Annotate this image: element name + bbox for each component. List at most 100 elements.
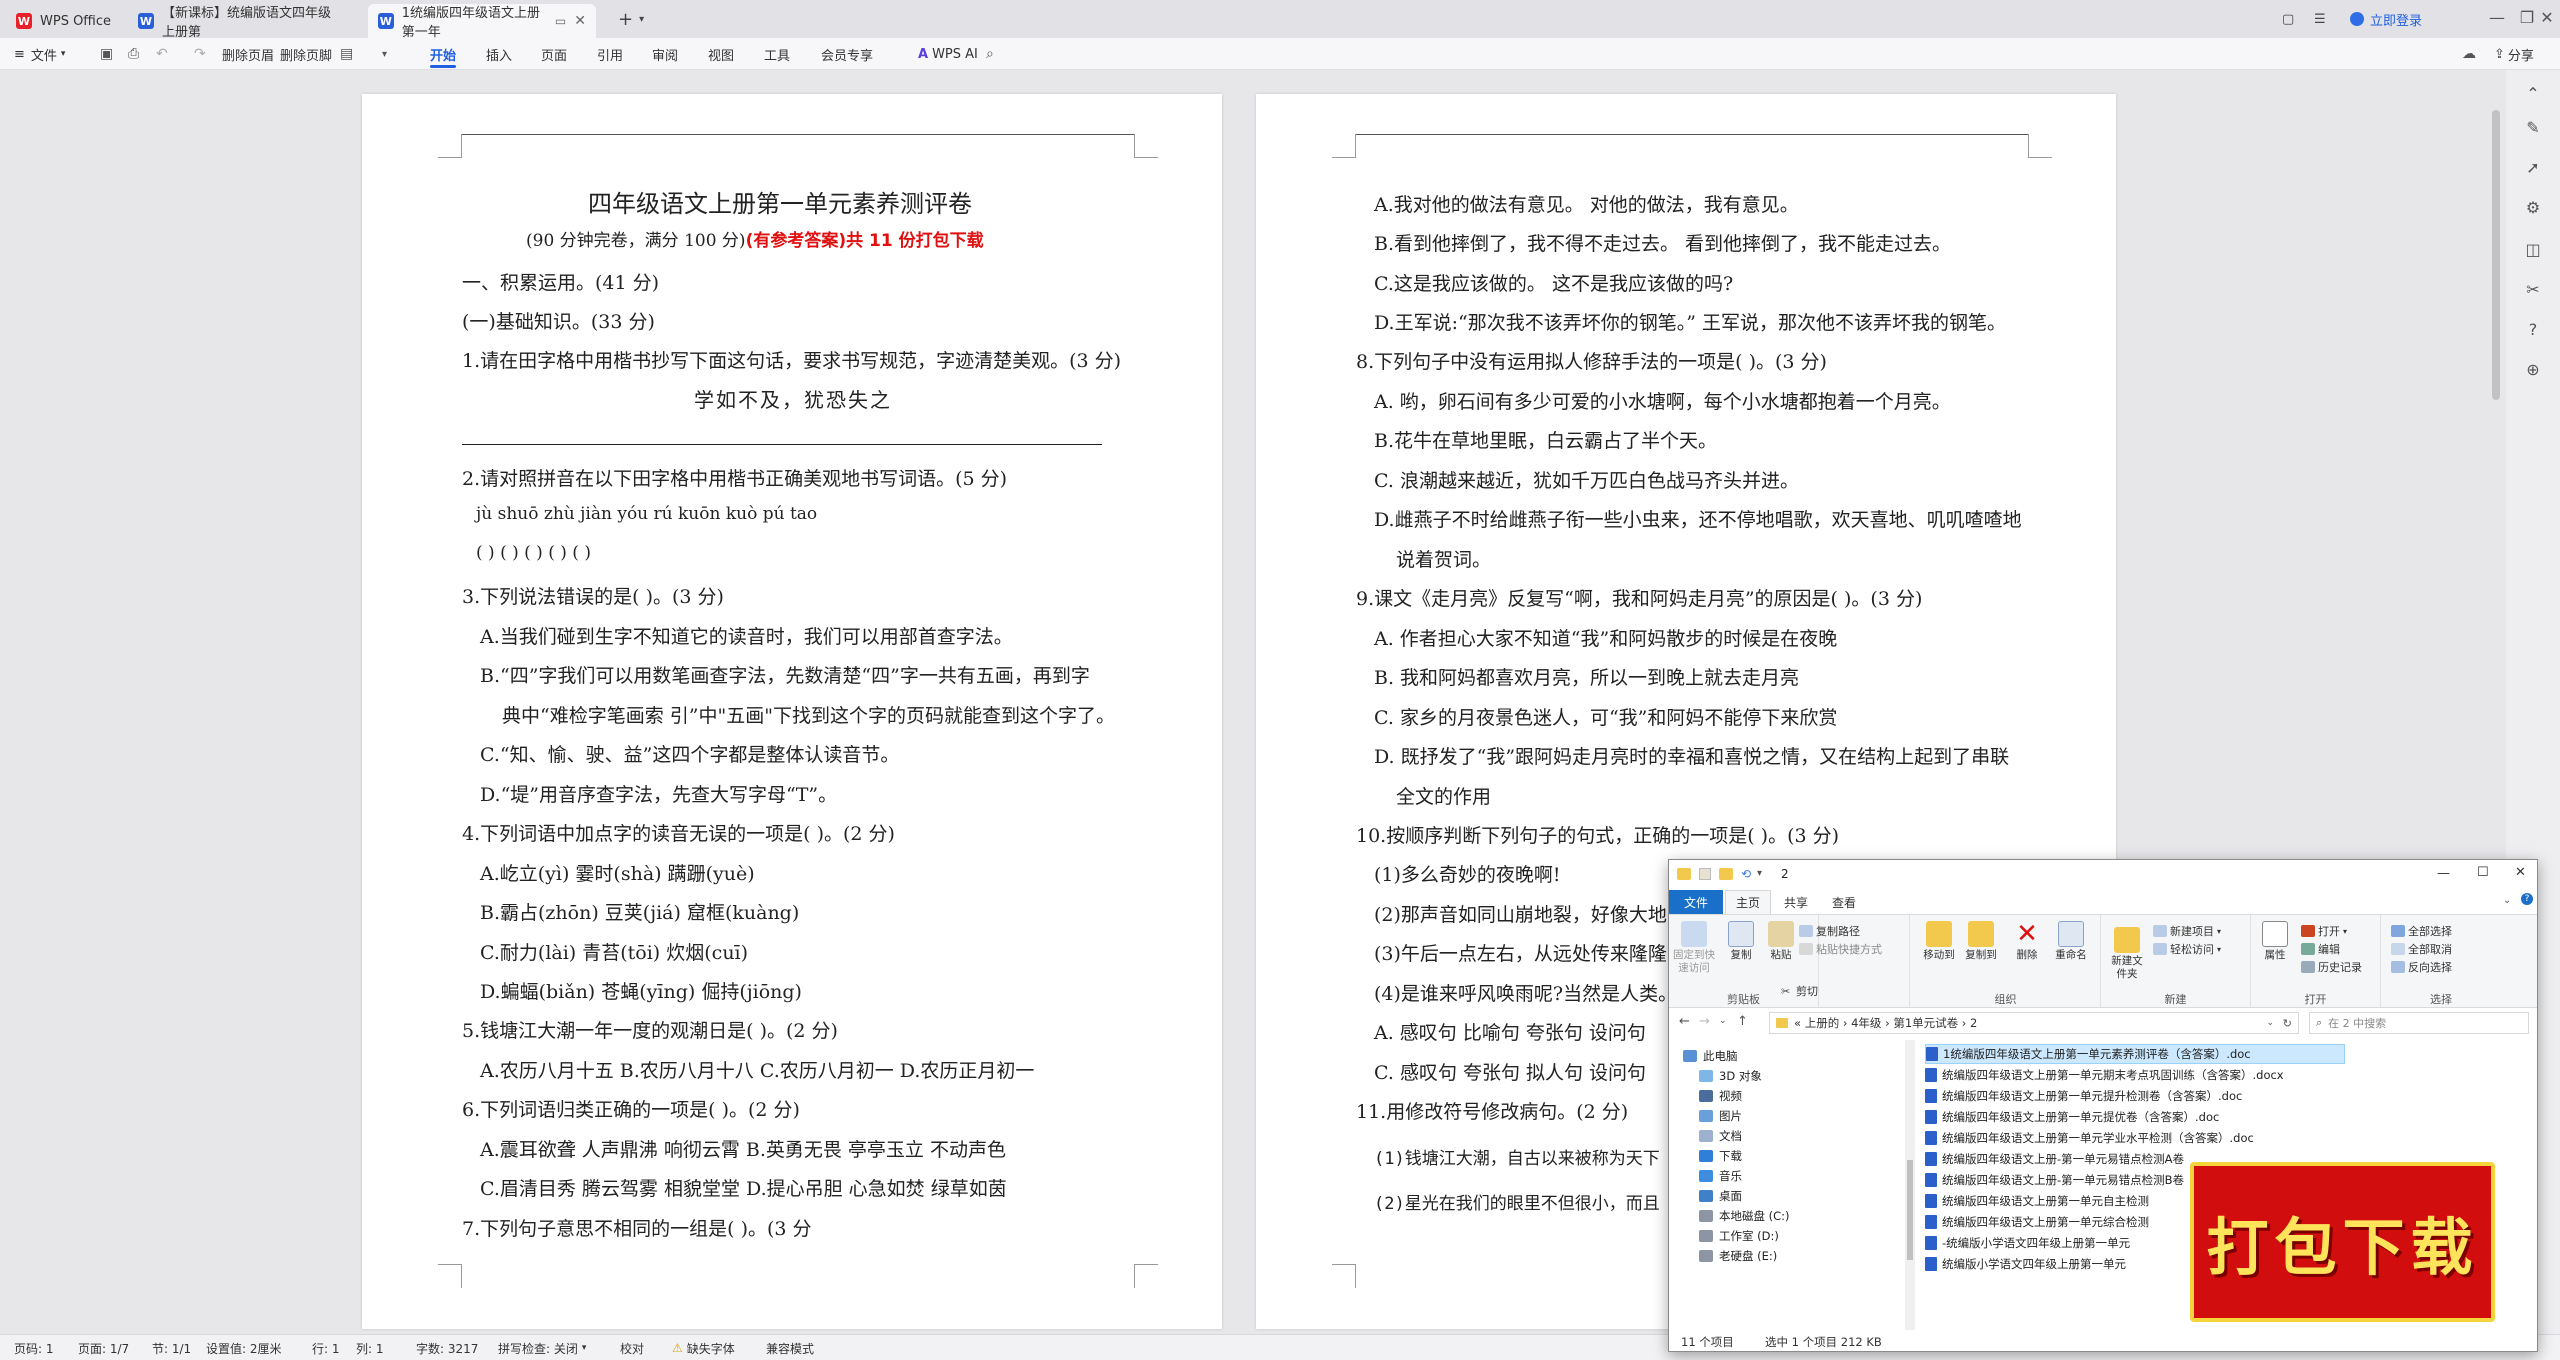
status-word-count[interactable]: 字数: 3217: [416, 1335, 478, 1360]
explorer-tab-file[interactable]: 文件: [1669, 890, 1723, 914]
status-spell-check[interactable]: 拼写检查: 关闭 ▾: [498, 1335, 586, 1360]
refresh-icon[interactable]: ↻: [2283, 1017, 2292, 1030]
copy-to-button[interactable]: 复制到: [1961, 921, 2001, 962]
undo-icon[interactable]: ↶: [156, 46, 168, 62]
status-compat-mode[interactable]: 兼容模式: [766, 1335, 814, 1360]
close-window-icon[interactable]: ✕: [2532, 8, 2560, 27]
status-line[interactable]: 行: 1: [312, 1335, 340, 1360]
file-item[interactable]: 统编版四年级语文上册第一单元提优卷（含答案）.doc: [1925, 1107, 2345, 1127]
nav-drive-c[interactable]: 本地磁盘 (C:): [1699, 1208, 1790, 1224]
help-icon[interactable]: ?: [2522, 320, 2544, 342]
doc-tab-1[interactable]: W 【新课标】统编版语文四年级上册第: [128, 4, 364, 40]
copy-path-button[interactable]: 复制路径: [1799, 923, 1860, 939]
new-item-button[interactable]: 新建项目 ▾: [2153, 923, 2221, 939]
easy-access-button[interactable]: 轻松访问 ▾: [2153, 941, 2221, 957]
new-folder-icon[interactable]: [1719, 868, 1733, 880]
file-item[interactable]: 统编版四年级语文上册第一单元期末考点巩固训练（含答案）.docx: [1925, 1065, 2345, 1085]
tab-home[interactable]: 开始: [430, 38, 457, 70]
settings-slider-icon[interactable]: ⚙: [2522, 198, 2544, 220]
explorer-tab-home[interactable]: 主页: [1725, 890, 1771, 914]
address-bar[interactable]: « 上册的 › 4年级 › 第1单元试卷 › 2 ⌄ ↻: [1769, 1012, 2299, 1034]
chevron-down-icon[interactable]: ▾: [382, 49, 387, 60]
move-to-button[interactable]: 移动到: [1919, 921, 1959, 962]
file-item[interactable]: 统编版四年级语文上册第一单元提升检测卷（含答案）.doc: [1925, 1086, 2345, 1106]
cloud-sync-icon[interactable]: ☁: [2462, 46, 2476, 62]
download-package-banner[interactable]: 打包下载: [2190, 1162, 2495, 1322]
tab-references[interactable]: 引用: [597, 38, 623, 70]
close-window-icon[interactable]: ✕: [2515, 865, 2526, 880]
status-column[interactable]: 列: 1: [356, 1335, 384, 1360]
explorer-tab-view[interactable]: 查看: [1821, 890, 1867, 914]
nav-downloads[interactable]: 下载: [1699, 1148, 1742, 1164]
quick-access-chevron-icon[interactable]: ▾: [1757, 868, 1762, 879]
forward-arrow-icon[interactable]: →: [1699, 1014, 1710, 1029]
file-item[interactable]: 1统编版四年级语文上册第一单元素养测评卷（含答案）.doc: [1925, 1044, 2345, 1064]
login-button[interactable]: 立即登录: [2350, 0, 2422, 38]
tab-page[interactable]: 页面: [541, 38, 567, 70]
print-icon[interactable]: ⎙: [128, 46, 139, 62]
delete-footer-button[interactable]: 删除页脚: [280, 38, 332, 70]
chevron-down-icon[interactable]: ⌄: [2266, 1018, 2274, 1028]
file-menu[interactable]: ≡ 文件 ▾: [14, 38, 65, 70]
wps-home-tab[interactable]: W WPS Office: [6, 4, 121, 38]
cut-button[interactable]: ✂ 剪切: [1781, 983, 1818, 999]
open-button[interactable]: 打开 ▾: [2301, 923, 2347, 939]
share-button[interactable]: ⇪ 分享: [2494, 38, 2534, 70]
tab-member[interactable]: 会员专享: [821, 38, 873, 70]
nav-scrollbar[interactable]: [1905, 1040, 1915, 1330]
nav-pictures[interactable]: 图片: [1699, 1108, 1742, 1124]
status-section[interactable]: 节: 1/1: [152, 1335, 191, 1360]
nav-drive-e[interactable]: 老硬盘 (E:): [1699, 1248, 1777, 1264]
layers-icon[interactable]: ◫: [2522, 240, 2544, 262]
properties-icon[interactable]: [1699, 868, 1711, 880]
maximize-icon[interactable]: ☐: [2477, 865, 2489, 880]
file-item[interactable]: 统编版四年级语文上册第一单元学业水平检测（含答案）.doc: [1925, 1128, 2345, 1148]
tab-view[interactable]: 视图: [708, 38, 734, 70]
new-folder-button[interactable]: 新建文件夹: [2107, 927, 2147, 981]
new-tab-button[interactable]: + ▾: [618, 0, 644, 38]
up-arrow-icon[interactable]: ↑: [1737, 1014, 1748, 1029]
cursor-icon[interactable]: ➚: [2522, 158, 2544, 180]
history-button[interactable]: 历史记录: [2301, 959, 2362, 975]
plugin-icon[interactable]: ⊕: [2522, 360, 2544, 382]
chevron-up-icon[interactable]: ⌃: [2522, 84, 2544, 106]
delete-button[interactable]: ✕ 删除: [2007, 921, 2047, 962]
select-all-button[interactable]: 全部选择: [2391, 923, 2452, 939]
copy-button[interactable]: 复制: [1721, 921, 1761, 962]
recent-chevron-icon[interactable]: ⌄: [1719, 1016, 1727, 1026]
nav-drive-d[interactable]: 工作室 (D:): [1699, 1228, 1779, 1244]
back-arrow-icon[interactable]: ←: [1679, 1014, 1690, 1029]
rename-button[interactable]: 重命名: [2051, 921, 2091, 962]
edit-button[interactable]: 编辑: [2301, 941, 2340, 957]
paste-shortcut-button[interactable]: 粘贴快捷方式: [1799, 941, 1882, 957]
status-proofread[interactable]: 校对: [620, 1335, 644, 1360]
nav-videos[interactable]: 视频: [1699, 1088, 1742, 1104]
status-setting[interactable]: 设置值: 2厘米: [206, 1335, 282, 1360]
pen-icon[interactable]: ✎: [2522, 118, 2544, 140]
delete-header-button[interactable]: 删除页眉: [222, 38, 274, 70]
minimize-icon[interactable]: —: [2482, 8, 2512, 27]
document-page-1[interactable]: 四年级语文上册第一单元素养测评卷 (90 分钟完卷，满分 100 分)(有参考答…: [362, 94, 1222, 1329]
explorer-search-input[interactable]: ⌕ 在 2 中搜索: [2309, 1012, 2529, 1034]
redo-icon[interactable]: ↷: [194, 46, 206, 62]
explorer-tab-share[interactable]: 共享: [1773, 890, 1819, 914]
nav-documents[interactable]: 文档: [1699, 1128, 1742, 1144]
properties-button[interactable]: 属性: [2255, 921, 2295, 962]
skin-button[interactable]: ☰: [2314, 0, 2326, 38]
nav-this-pc[interactable]: 此电脑: [1683, 1048, 1738, 1064]
tab-review[interactable]: 审阅: [652, 38, 678, 70]
minimize-icon[interactable]: —: [2437, 866, 2450, 881]
pin-quick-access-button[interactable]: 固定到快速访问: [1671, 921, 1717, 975]
nav-music[interactable]: 音乐: [1699, 1168, 1742, 1184]
wps-ai-button[interactable]: A WPS AI: [918, 38, 978, 70]
nav-3d-objects[interactable]: 3D 对象: [1699, 1068, 1762, 1084]
window-layout-button[interactable]: ▢: [2282, 0, 2294, 38]
close-tab-icon[interactable]: ✕: [574, 13, 586, 29]
nav-desktop[interactable]: 桌面: [1699, 1188, 1742, 1204]
undo-arrow-icon[interactable]: ⟲: [1741, 867, 1751, 881]
vertical-scrollbar[interactable]: [2492, 110, 2500, 400]
paste-button[interactable]: 粘贴: [1761, 921, 1801, 962]
tab-insert[interactable]: 插入: [486, 38, 512, 70]
status-page-count[interactable]: 页面: 1/7: [78, 1335, 129, 1360]
tab-tools[interactable]: 工具: [764, 38, 790, 70]
